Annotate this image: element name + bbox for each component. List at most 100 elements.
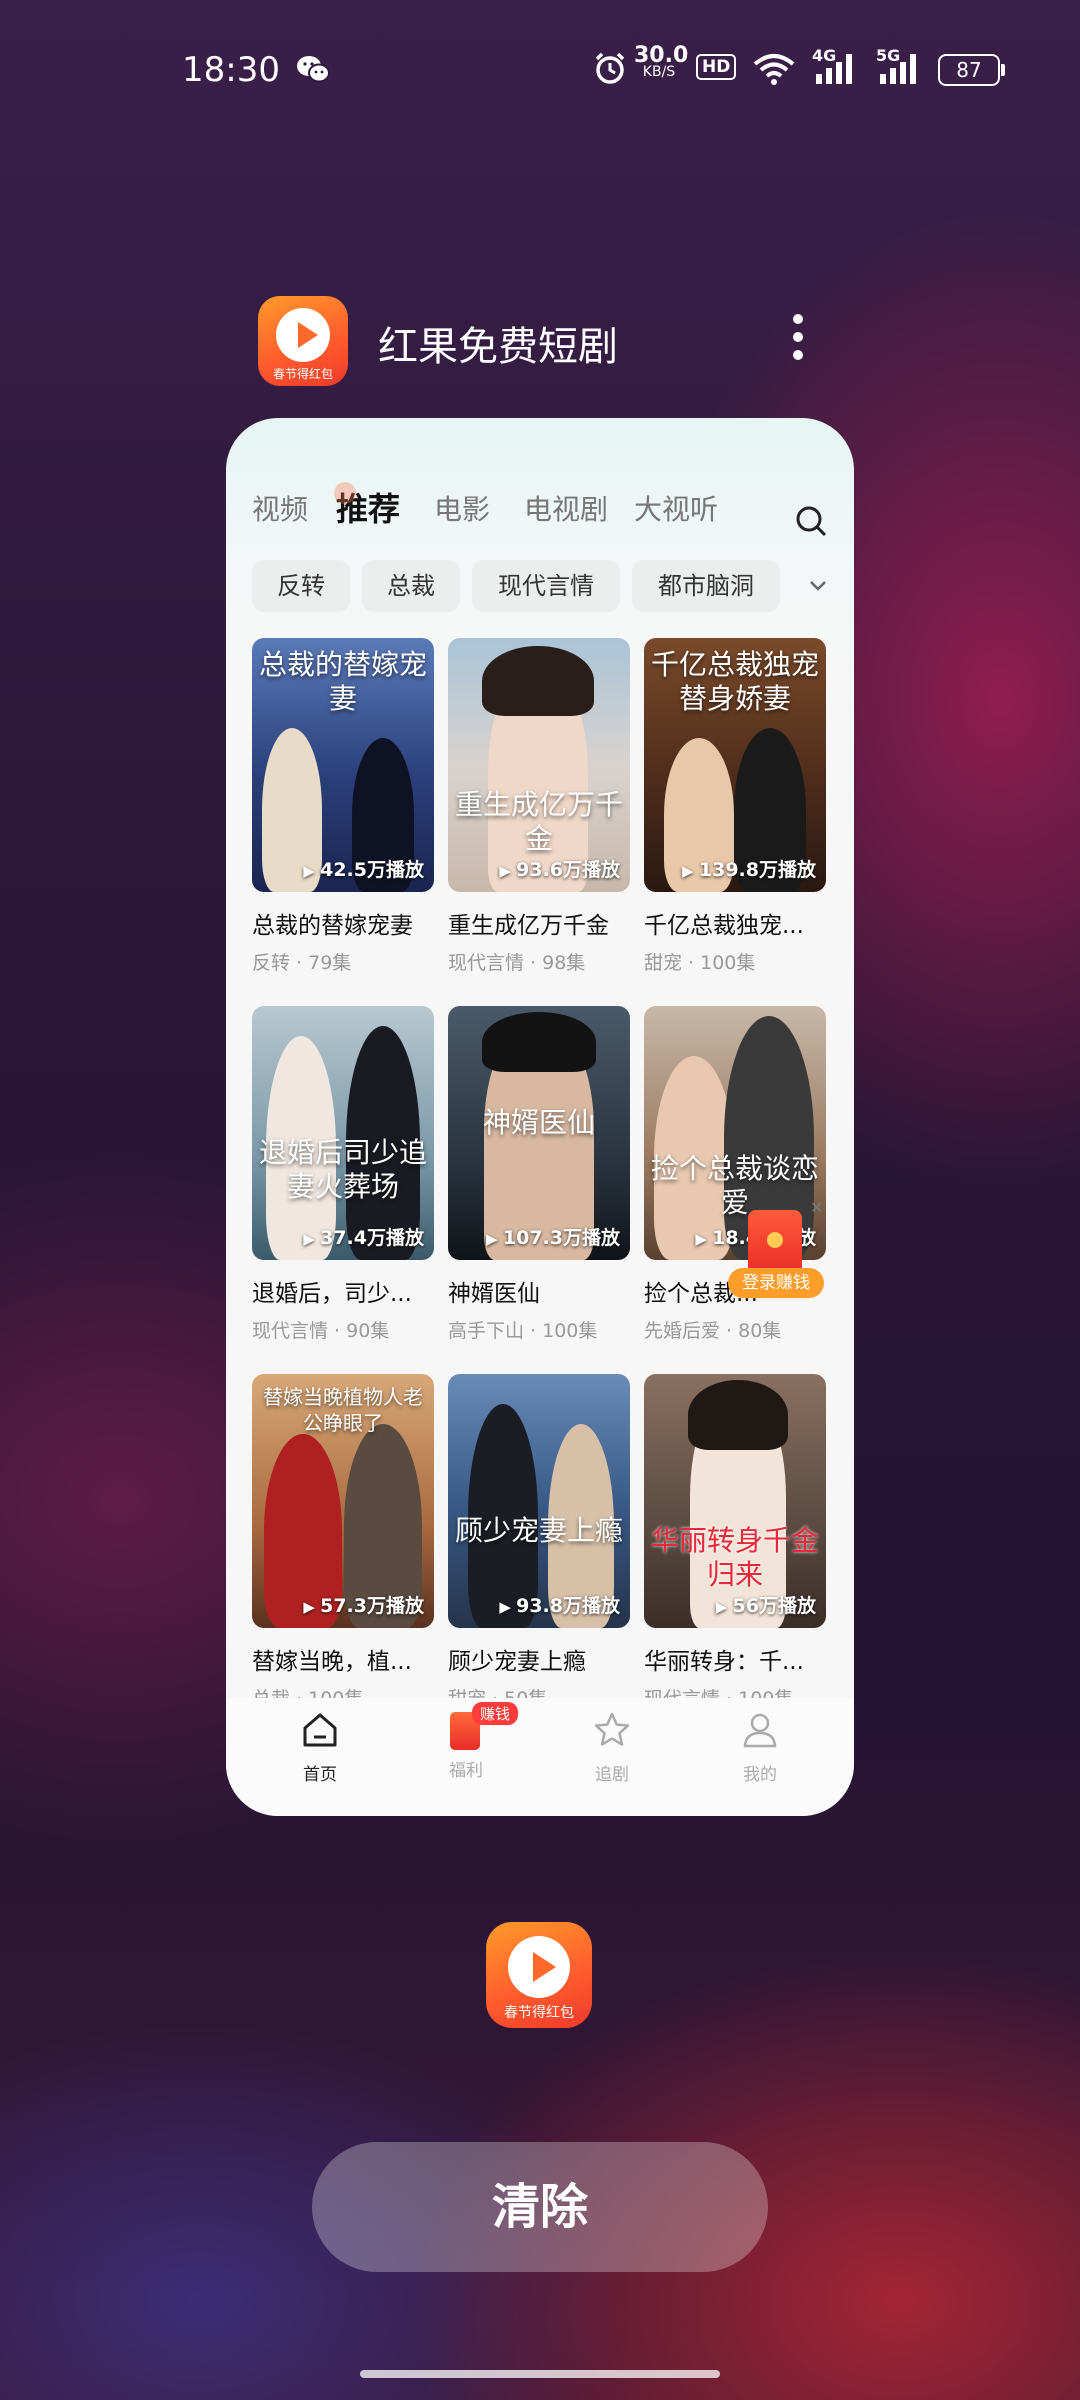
nav-following[interactable]: 追剧	[562, 1710, 662, 1785]
drama-title: 神婿医仙	[448, 1281, 540, 1307]
more-options-button[interactable]	[778, 310, 818, 370]
nav-label: 首页	[303, 1765, 337, 1785]
search-icon[interactable]	[794, 504, 828, 538]
chip-urban-fantasy[interactable]: 都市脑洞	[632, 560, 780, 612]
play-icon	[276, 308, 330, 362]
network-speed: 30.0 KB/S	[634, 43, 689, 81]
drama-meta: 现代言情 · 90集	[252, 1320, 390, 1342]
app-icon-large[interactable]: 春节得红包	[486, 1922, 592, 2028]
poster-title: 千亿总裁独宠替身娇妻	[650, 648, 819, 715]
bottom-navigation: 首页 赚钱 福利 追剧 我的	[226, 1698, 854, 1816]
app-icon-caption: 春节得红包	[272, 367, 333, 381]
hd-voice-icon: HD	[696, 54, 737, 80]
drama-poster: 重生成亿万千金 93.6万播放	[448, 638, 630, 892]
poster-title: 退婚后司少追妻火葬场	[258, 1136, 427, 1203]
home-icon	[303, 1713, 337, 1747]
poster-title: 替嫁当晚植物人老公睁眼了	[263, 1385, 423, 1435]
signal-4g-label: 4G	[812, 46, 837, 65]
drama-poster: 总裁的替嫁宠妻 42.5万播放	[252, 638, 434, 892]
tab-big-screen[interactable]: 大视听	[634, 488, 718, 528]
nav-label: 追剧	[595, 1765, 629, 1785]
drama-card[interactable]: 替嫁当晚植物人老公睁眼了 57.3万播放 替嫁当晚，植... 总裁 · 100集	[252, 1374, 434, 1711]
drama-poster: 千亿总裁独宠替身娇妻 139.8万播放	[644, 638, 826, 892]
more-dot	[793, 332, 803, 342]
battery-icon: 87	[938, 54, 1005, 86]
drama-card[interactable]: 总裁的替嫁宠妻 42.5万播放 总裁的替嫁宠妻 反转 · 79集	[252, 638, 434, 975]
chip-modern-romance[interactable]: 现代言情	[472, 560, 620, 612]
drama-title: 替嫁当晚，植...	[252, 1649, 412, 1675]
poster-figure	[482, 1012, 596, 1072]
wechat-icon	[297, 56, 330, 83]
signal-5g-label: 5G	[876, 46, 901, 65]
status-bar: 18:30 30.0 KB/S HD 4G 5G 87	[0, 43, 1080, 108]
play-icon	[508, 1936, 570, 1998]
nav-profile[interactable]: 我的	[710, 1710, 810, 1785]
promo-label: 登录赚钱	[728, 1268, 824, 1298]
close-icon[interactable]: ✕	[810, 1198, 823, 1217]
drama-card[interactable]: 神婿医仙 107.3万播放 神婿医仙 高手下山 · 100集	[448, 1006, 630, 1343]
star-icon	[594, 1712, 630, 1746]
drama-title: 退婚后，司少...	[252, 1281, 412, 1307]
nav-welfare[interactable]: 赚钱 福利	[416, 1702, 519, 1781]
poster-title: 总裁的替嫁宠妻	[258, 648, 427, 715]
earn-badge: 赚钱	[472, 1702, 519, 1725]
network-speed-value: 30.0	[634, 43, 689, 68]
drama-poster: 退婚后司少追妻火葬场 37.4万播放	[252, 1006, 434, 1260]
play-count: 57.3万播放	[303, 1591, 424, 1618]
drama-meta: 现代言情 · 98集	[448, 952, 586, 974]
status-time: 18:30	[182, 50, 280, 90]
signal-5g-icon: 5G	[876, 46, 926, 92]
signal-4g-icon: 4G	[812, 46, 862, 92]
drama-title: 重生成亿万千金	[448, 913, 609, 939]
drama-card[interactable]: 华丽转身千金归来 56万播放 华丽转身：千... 现代言情 · 100集	[644, 1374, 826, 1711]
chip-reversal[interactable]: 反转	[252, 560, 350, 612]
tab-movie[interactable]: 电影	[434, 488, 490, 528]
drama-meta: 先婚后爱 · 80集	[644, 1320, 782, 1342]
drama-poster: 华丽转身千金归来 56万播放	[644, 1374, 826, 1628]
play-count: 93.6万播放	[499, 855, 620, 882]
drama-card[interactable]: 千亿总裁独宠替身娇妻 139.8万播放 千亿总裁独宠... 甜宠 · 100集	[644, 638, 826, 975]
nav-home[interactable]: 首页	[270, 1710, 370, 1785]
app-icon-caption: 春节得红包	[504, 2005, 574, 2021]
poster-title: 重生成亿万千金	[454, 788, 623, 855]
poster-figure	[482, 646, 594, 716]
red-envelope-icon: 赚钱	[446, 1702, 519, 1750]
drama-meta: 高手下山 · 100集	[448, 1320, 598, 1342]
drama-title: 总裁的替嫁宠妻	[252, 913, 413, 939]
drama-poster: 神婿医仙 107.3万播放	[448, 1006, 630, 1260]
more-dot	[793, 350, 803, 360]
play-count: 139.8万播放	[682, 855, 816, 882]
tab-recommend[interactable]: 推荐	[333, 482, 400, 530]
poster-figure	[688, 1380, 788, 1450]
app-icon[interactable]: 春节得红包	[258, 296, 348, 386]
drama-meta: 反转 · 79集	[252, 952, 352, 974]
more-dot	[793, 314, 803, 324]
drama-card[interactable]: 退婚后司少追妻火葬场 37.4万播放 退婚后，司少... 现代言情 · 90集	[252, 1006, 434, 1343]
drama-meta: 甜宠 · 100集	[644, 952, 756, 974]
nav-label: 福利	[449, 1761, 483, 1781]
tab-video[interactable]: 视频	[252, 488, 308, 528]
filter-chips: 反转 总裁 现代言情 都市脑洞	[252, 560, 812, 612]
user-icon	[743, 1713, 777, 1748]
play-count: 42.5万播放	[303, 855, 424, 882]
home-indicator[interactable]	[360, 2370, 720, 2378]
tab-tv[interactable]: 电视剧	[524, 488, 608, 528]
poster-title: 顾少宠妻上瘾	[454, 1514, 623, 1547]
drama-title: 千亿总裁独宠...	[644, 913, 804, 939]
alarm-icon	[595, 52, 625, 84]
chip-ceo[interactable]: 总裁	[362, 560, 460, 612]
recent-app-name: 红果免费短剧	[378, 324, 618, 370]
clear-recents-button[interactable]: 清除	[312, 2142, 768, 2272]
drama-card[interactable]: 重生成亿万千金 93.6万播放 重生成亿万千金 现代言情 · 98集	[448, 638, 630, 975]
app-preview-card[interactable]: 视频 推荐 电影 电视剧 大视听 反转 总裁 现代言情 都市脑洞 总裁的替嫁宠妻…	[226, 418, 854, 1816]
poster-title: 神婿医仙	[482, 1106, 595, 1139]
login-earn-promo[interactable]: ✕ 登录赚钱	[728, 1198, 824, 1300]
drama-poster: 顾少宠妻上瘾 93.8万播放	[448, 1374, 630, 1628]
play-count: 93.8万播放	[499, 1591, 620, 1618]
poster-title: 华丽转身千金归来	[650, 1524, 819, 1591]
nav-label: 我的	[743, 1765, 777, 1785]
drama-card[interactable]: 顾少宠妻上瘾 93.8万播放 顾少宠妻上瘾 甜宠 · 50集	[448, 1374, 630, 1711]
chevron-down-icon[interactable]	[806, 574, 830, 598]
play-count: 37.4万播放	[303, 1223, 424, 1250]
recent-app-header: 春节得红包 红果免费短剧	[258, 296, 818, 388]
